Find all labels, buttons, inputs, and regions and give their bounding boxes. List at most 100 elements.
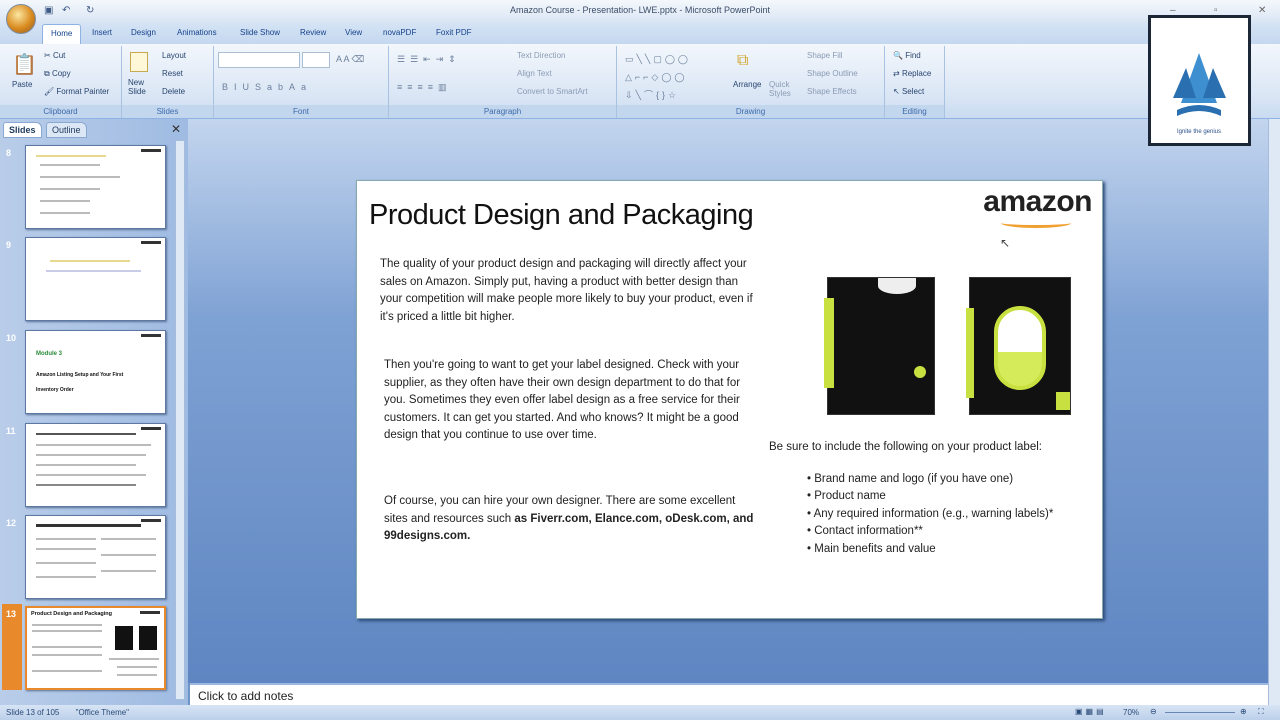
bullet-item[interactable]: Product name	[807, 488, 1053, 506]
reset-button[interactable]: Reset	[162, 69, 183, 78]
paragraph-label-design[interactable]: Then you're going to want to get your la…	[384, 357, 759, 445]
font-format-buttons[interactable]: BIUSabAa	[222, 82, 312, 92]
paragraph-label: Paragraph	[389, 105, 616, 118]
slide-title[interactable]: Product Design and Packaging	[369, 199, 754, 232]
quick-styles-button[interactable]: Quick Styles	[769, 80, 799, 98]
cut-button[interactable]: ✂ Cut	[44, 51, 65, 60]
tab-outline[interactable]: Outline	[46, 122, 87, 138]
list-buttons[interactable]: ☰☰⇤⇥⇕	[397, 54, 461, 65]
tab-home[interactable]: Home	[42, 24, 82, 44]
bullet-item[interactable]: Main benefits and value	[807, 541, 1053, 559]
slide-thumbnail[interactable]	[25, 145, 166, 229]
find-button[interactable]: 🔍 Find	[893, 51, 921, 60]
paragraph-quality[interactable]: The quality of your product design and p…	[380, 256, 755, 326]
tab-view[interactable]: View	[345, 28, 362, 37]
save-icon[interactable]: ▣	[44, 5, 53, 16]
thumb-title: Product Design and Packaging	[31, 611, 112, 617]
undo-icon[interactable]: ↶	[62, 5, 70, 16]
shapes-gallery[interactable]: ▭╲╲▢◯◯ △⌐⌐◇◯◯ ⇩╲⌒{}☆	[625, 50, 725, 104]
shape-outline-button[interactable]: Shape Outline	[807, 69, 858, 78]
zoom-level[interactable]: 70%	[1123, 708, 1139, 717]
bullet-item[interactable]: Contact information**	[807, 523, 1053, 541]
slide-number: 13	[6, 609, 17, 619]
editing-group: 🔍 Find ⇄ Replace ↖ Select Editing	[885, 46, 945, 118]
replace-label: Replace	[901, 69, 932, 78]
shape-fill-button[interactable]: Shape Fill	[807, 51, 843, 60]
tab-design[interactable]: Design	[131, 28, 156, 37]
notes-pane[interactable]: Click to add notes	[190, 683, 1268, 705]
tab-novapdf[interactable]: novaPDF	[383, 28, 416, 37]
align-text-button[interactable]: Align Text	[517, 69, 552, 78]
zoom-out-button[interactable]: ⊖	[1150, 707, 1157, 716]
thumb-text: Amazon Listing Setup and Your First Inven…	[36, 372, 124, 393]
ribbon-tabs: Home Insert Design Animations Slide Show…	[0, 22, 1280, 44]
slides-group: New Slide Layout Reset Delete Slides	[122, 46, 214, 118]
zoom-slider[interactable]	[1165, 712, 1235, 713]
bullet-item[interactable]: Any required information (e.g., warning …	[807, 506, 1054, 524]
format-painter-label: Format Painter	[56, 87, 110, 96]
editing-label: Editing	[885, 105, 944, 118]
arrange-icon: ⧉	[737, 52, 749, 69]
tab-review[interactable]: Review	[300, 28, 326, 37]
slide-number: 9	[6, 240, 12, 250]
slide-thumbnail[interactable]: Module 3 Amazon Listing Setup and Your F…	[25, 330, 166, 414]
convert-smartart-button[interactable]: Convert to SmartArt	[517, 87, 588, 96]
text-direction-button[interactable]: Text Direction	[517, 51, 565, 60]
font-size-select[interactable]	[302, 52, 330, 68]
paste-icon: 📋	[12, 54, 37, 76]
shape-effects-button[interactable]: Shape Effects	[807, 87, 857, 96]
find-label: Find	[905, 51, 921, 60]
tab-slide-show[interactable]: Slide Show	[240, 28, 280, 37]
amazon-logo: amazon	[983, 185, 1092, 228]
zoom-in-button[interactable]: ⊕	[1240, 707, 1247, 716]
drawing-group: ▭╲╲▢◯◯ △⌐⌐◇◯◯ ⇩╲⌒{}☆ ⧉ Arrange Quick Sty…	[617, 46, 885, 118]
status-bar: Slide 13 of 105 "Office Theme" ▣▦▤ 70% ⊖…	[0, 705, 1280, 720]
grow-font-icon[interactable]: A A ⌫	[336, 54, 364, 65]
font-group: A A ⌫ BIUSabAa Font	[214, 46, 389, 118]
replace-button[interactable]: ⇄ Replace	[893, 69, 931, 78]
paragraph-group: ☰☰⇤⇥⇕ ≡≡≡≡▥ Text Direction Align Text Co…	[389, 46, 617, 118]
font-name-select[interactable]	[218, 52, 300, 68]
panel-scrollbar[interactable]	[175, 140, 185, 700]
clipboard-label: Clipboard	[0, 105, 121, 118]
layout-button[interactable]: Layout	[162, 51, 186, 60]
bullet-item[interactable]: Brand name and logo (if you have one)	[807, 471, 1053, 489]
slide-thumbnail[interactable]	[25, 237, 166, 321]
copy-button[interactable]: ⧉ Copy	[44, 69, 71, 79]
paragraph-designer[interactable]: Of course, you can hire your own designe…	[384, 493, 759, 546]
copy-label: Copy	[51, 69, 71, 78]
svg-text:Ignite the genius: Ignite the genius	[1177, 129, 1221, 135]
tab-insert[interactable]: Insert	[92, 28, 112, 37]
product-box-image	[966, 277, 1071, 415]
fit-to-window-button[interactable]: ⛶	[1258, 707, 1264, 717]
arrange-button[interactable]: Arrange	[733, 80, 761, 89]
label-checklist: Be sure to include the following on your…	[769, 439, 1053, 559]
align-buttons[interactable]: ≡≡≡≡▥	[397, 82, 452, 93]
mouse-cursor-icon: ↖	[1000, 236, 1011, 250]
tab-animations[interactable]: Animations	[177, 28, 217, 37]
office-button[interactable]	[6, 4, 36, 34]
paste-button[interactable]: Paste	[12, 80, 32, 89]
clipboard-group: 📋 Paste ✂ Cut ⧉ Copy 🖌 Format Painter Cl…	[0, 46, 122, 118]
format-painter-button[interactable]: 🖌 Format Painter	[44, 87, 109, 96]
slide-thumbnail[interactable]	[25, 423, 166, 507]
close-button[interactable]: ✕	[1258, 5, 1266, 16]
label-intro[interactable]: Be sure to include the following on your…	[769, 439, 1053, 457]
view-buttons[interactable]: ▣▦▤	[1075, 707, 1107, 716]
select-button[interactable]: ↖ Select	[893, 87, 924, 96]
slide-thumbnail[interactable]	[25, 515, 166, 599]
tab-slides[interactable]: Slides	[3, 122, 42, 138]
cut-label: Cut	[52, 51, 66, 60]
delete-button[interactable]: Delete	[162, 87, 185, 96]
amazon-smile-icon	[1001, 218, 1072, 228]
drawing-label: Drawing	[617, 105, 884, 118]
close-panel-button[interactable]: ✕	[171, 122, 181, 136]
tab-foxit-pdf[interactable]: Foxit PDF	[436, 28, 472, 37]
new-slide-button[interactable]: New Slide	[128, 78, 156, 96]
redo-icon[interactable]: ↻	[86, 5, 94, 16]
slide-thumbnail-selected[interactable]: Product Design and Packaging	[25, 606, 166, 690]
product-box-image	[824, 277, 935, 415]
slide-canvas[interactable]: Product Design and Packaging amazon The …	[356, 180, 1103, 619]
channel-watermark-logo: Ignite the genius	[1148, 15, 1251, 146]
vertical-scrollbar[interactable]	[1268, 119, 1280, 705]
